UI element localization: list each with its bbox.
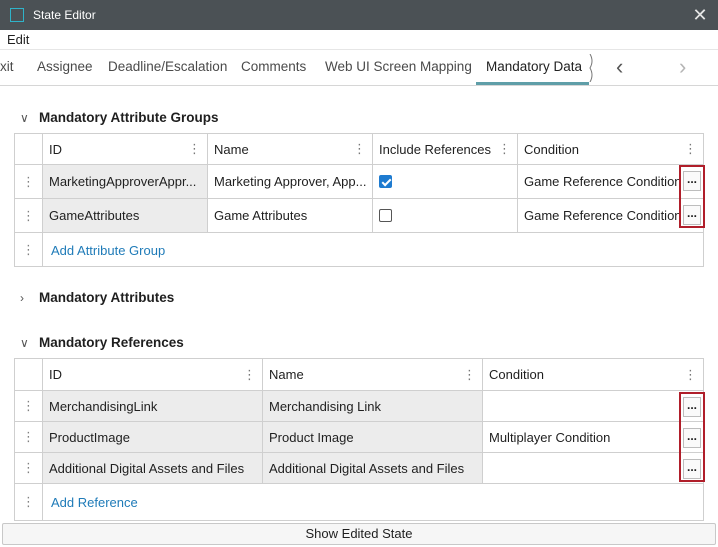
tab-assignee[interactable]: Assignee [37, 59, 93, 74]
drag-handle-icon[interactable]: ⋮ [15, 453, 43, 483]
highlight-box [679, 392, 705, 482]
add-row: ⋮ Add Attribute Group [15, 233, 703, 267]
drag-handle-icon[interactable]: ⋮ [15, 199, 43, 232]
tab-exit[interactable]: Exit [0, 59, 14, 74]
table-row[interactable]: ⋮ Additional Digital Assets and Files Ad… [15, 453, 703, 484]
column-header-name[interactable]: Name ⋮ [263, 359, 483, 390]
tab-scroll-left-icon[interactable]: ‹ [616, 56, 623, 78]
section-title: Mandatory References [39, 335, 184, 350]
cell-name: Additional Digital Assets and Files [263, 453, 483, 483]
section-header-attributes[interactable]: › Mandatory Attributes [20, 290, 174, 305]
highlight-box [679, 165, 705, 228]
title-bar: State Editor ✕ [0, 0, 718, 30]
section-title: Mandatory Attribute Groups [39, 110, 219, 125]
chevron-right-icon: › [20, 290, 24, 305]
column-header-condition[interactable]: Condition ⋮ [518, 134, 703, 164]
tab-scroll-right-icon[interactable]: › [679, 56, 686, 78]
chevron-down-icon: ∨ [20, 335, 29, 350]
column-header-include-references[interactable]: Include References ⋮ [373, 134, 518, 164]
table-row[interactable]: ⋮ MerchandisingLink Merchandising Link [15, 391, 703, 422]
cell-condition: Game Reference Condition [524, 174, 682, 189]
active-tab-indicator [476, 82, 589, 85]
mandatory-data-panel: ∨ Mandatory Attribute Groups ID ⋮ Name ⋮ I… [0, 87, 718, 521]
drag-handle-icon[interactable]: ⋮ [15, 165, 43, 198]
cell-include-references [373, 199, 518, 232]
cell-id: ProductImage [43, 422, 263, 452]
drag-handle-icon[interactable]: ⋮ [15, 422, 43, 452]
cell-id: MerchandisingLink [43, 391, 263, 421]
cell-name: Merchandising Link [263, 391, 483, 421]
table-row[interactable]: ⋮ MarketingApproverAppr... Marketing App… [15, 165, 703, 199]
tab-comments[interactable]: Comments [241, 59, 306, 74]
menu-bar: Edit [0, 30, 718, 50]
cell-id: Additional Digital Assets and Files [43, 453, 263, 483]
table-header-row: ID ⋮ Name ⋮ Condition ⋮ [15, 359, 703, 391]
column-header-id[interactable]: ID ⋮ [43, 134, 208, 164]
column-menu-icon: ⋮ [243, 366, 256, 382]
window-title: State Editor [33, 8, 96, 22]
tab-mandatory-data[interactable]: Mandatory Data [486, 59, 582, 74]
cell-condition: Game Reference Condition [524, 208, 682, 223]
drag-handle-icon: ⋮ [15, 484, 43, 520]
column-menu-icon: ⋮ [353, 141, 366, 156]
column-header-name[interactable]: Name ⋮ [208, 134, 373, 164]
column-menu-icon: ⋮ [684, 141, 697, 156]
drag-handle-icon: ⋮ [15, 233, 43, 267]
column-header-condition[interactable]: Condition ⋮ [483, 359, 703, 390]
column-menu-icon: ⋮ [188, 141, 201, 156]
references-table: ID ⋮ Name ⋮ Condition ⋮ ⋮ MerchandisingLink… [14, 358, 704, 521]
add-row: ⋮ Add Reference [15, 484, 703, 520]
table-row[interactable]: ⋮ ProductImage Product Image Multiplayer… [15, 422, 703, 453]
drag-handle-icon[interactable]: ⋮ [15, 391, 43, 421]
include-references-checkbox[interactable] [379, 175, 392, 188]
cell-include-references [373, 165, 518, 198]
tab-bar: Exit Assignee Deadline/Escalation Commen… [0, 50, 718, 86]
column-menu-icon: ⋮ [463, 366, 476, 382]
close-icon[interactable]: ✕ [690, 5, 710, 25]
cell-condition [483, 391, 703, 421]
show-edited-state-button[interactable]: Show Edited State [2, 523, 716, 545]
tab-web-ui-screen-mapping[interactable]: Web UI Screen Mapping [325, 59, 472, 74]
menu-edit[interactable]: Edit [7, 32, 29, 47]
add-attribute-group-link[interactable]: Add Attribute Group [51, 243, 165, 258]
section-header-references[interactable]: ∨ Mandatory References [20, 335, 184, 350]
cell-id: GameAttributes [43, 199, 208, 232]
header-handle [15, 134, 43, 164]
tab-overflow-divider [589, 54, 593, 82]
table-header-row: ID ⋮ Name ⋮ Include References ⋮ Condition ⋮ [15, 134, 703, 165]
column-menu-icon: ⋮ [684, 366, 697, 382]
include-references-checkbox[interactable] [379, 209, 392, 222]
tab-deadline-escalation[interactable]: Deadline/Escalation [108, 59, 227, 74]
add-reference-link[interactable]: Add Reference [51, 495, 138, 510]
cell-condition: Multiplayer Condition [489, 429, 611, 445]
column-header-id[interactable]: ID ⋮ [43, 359, 263, 390]
section-header-attribute-groups[interactable]: ∨ Mandatory Attribute Groups [20, 110, 219, 125]
chevron-down-icon: ∨ [20, 110, 29, 125]
app-icon [10, 8, 24, 22]
header-handle [15, 359, 43, 390]
cell-name: Marketing Approver, App... [208, 165, 373, 198]
cell-id: MarketingApproverAppr... [43, 165, 208, 198]
section-title: Mandatory Attributes [39, 290, 175, 305]
cell-condition [483, 453, 703, 483]
table-row[interactable]: ⋮ GameAttributes Game Attributes Game Re… [15, 199, 703, 233]
cell-name: Product Image [263, 422, 483, 452]
cell-name: Game Attributes [208, 199, 373, 232]
attribute-groups-table: ID ⋮ Name ⋮ Include References ⋮ Condition ⋮… [14, 133, 704, 267]
column-menu-icon: ⋮ [498, 141, 511, 156]
